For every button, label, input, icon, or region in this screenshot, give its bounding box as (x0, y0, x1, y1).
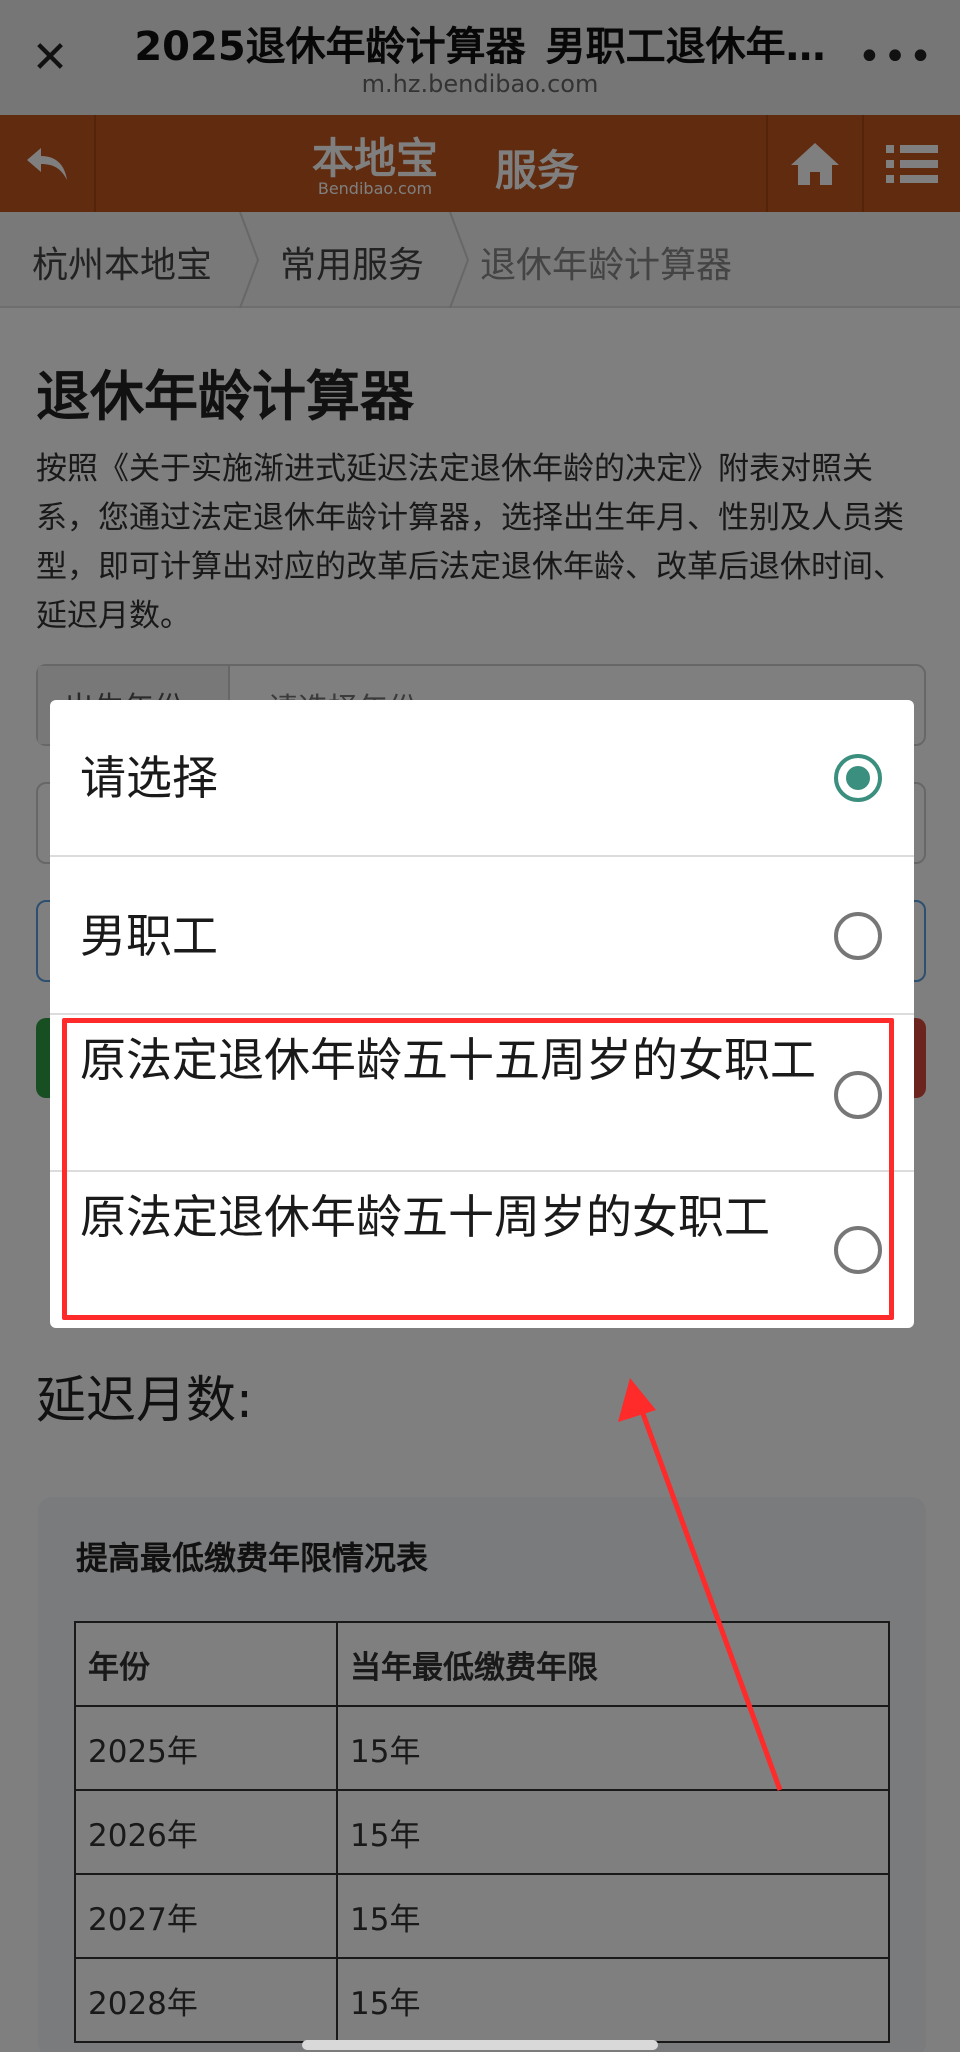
picker-option-label: 请选择 (80, 751, 218, 805)
annotation-arrow-icon (618, 1378, 783, 1791)
annotation-highlight-box (62, 1018, 894, 1320)
picker-option-please-select[interactable]: 请选择 (50, 700, 914, 857)
picker-option-male[interactable]: 男职工 (50, 857, 914, 1015)
home-indicator[interactable] (302, 2040, 658, 2050)
radio-checked-icon[interactable] (834, 754, 882, 802)
radio-unchecked-icon[interactable] (834, 912, 882, 960)
picker-option-label: 男职工 (80, 909, 218, 963)
page: ✕ 2025退休年龄计算器_男职工退休年… m.hz.bendibao.com … (0, 0, 960, 2052)
